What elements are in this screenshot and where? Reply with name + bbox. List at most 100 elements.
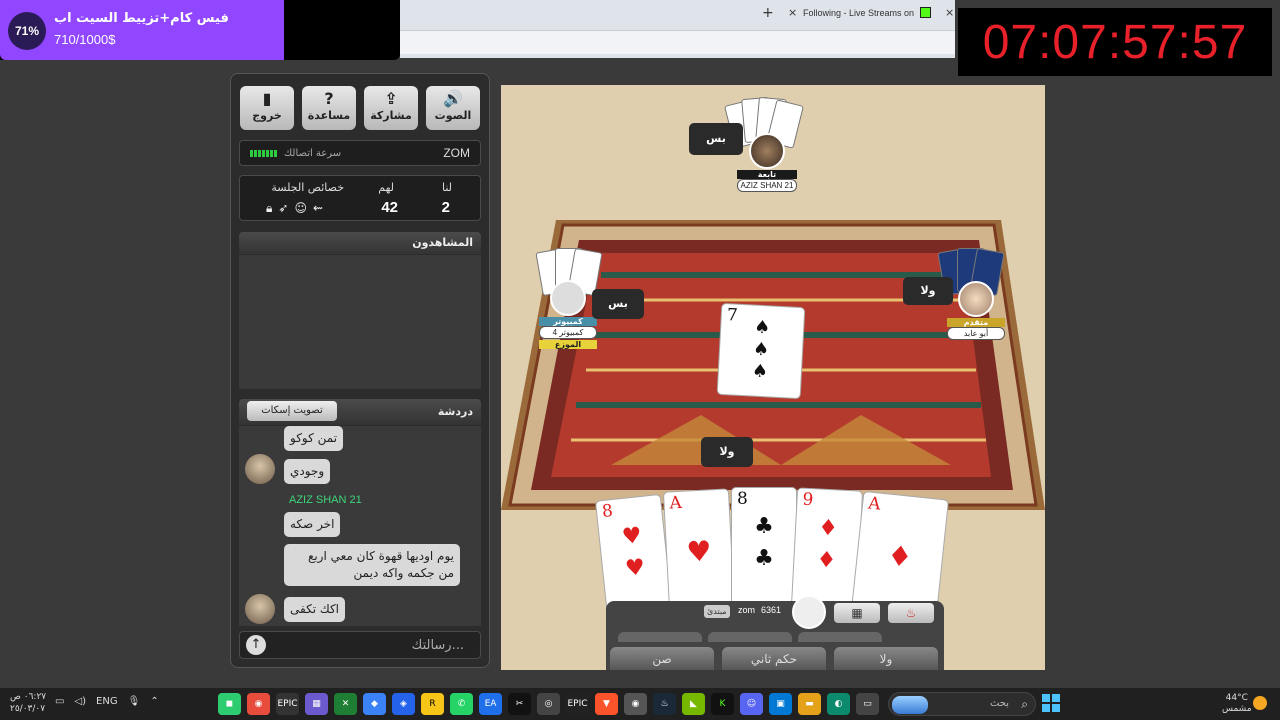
donation-goal-overlay: 71% فيس كام+تزييط السيت اب 710/1000$ <box>0 0 400 60</box>
player-right[interactable]: متقدم أبو عابد <box>947 281 1005 340</box>
heart-icon: ♥ <box>624 554 647 582</box>
spade-icon: ♠ <box>753 316 771 339</box>
pass-button[interactable]: ولا <box>834 647 938 670</box>
club-icon: ♣ <box>754 546 774 571</box>
app-icon[interactable]: ◼ <box>218 693 241 715</box>
exit-label: خروج <box>252 109 282 122</box>
spade-icon: ♠ <box>751 360 769 383</box>
player-name: أبو عابد <box>947 327 1005 340</box>
hand-card[interactable]: 8 ♣ ♣ <box>731 487 797 607</box>
new-tab-button[interactable]: + <box>762 5 774 21</box>
speech-bubble: ولا <box>701 437 753 467</box>
search-icon: ⌕ <box>1021 697 1028 711</box>
sun-button[interactable]: صن <box>610 647 714 670</box>
share-button[interactable]: ⇪ مشاركة <box>364 86 418 130</box>
system-tray: ▭ ◁) ENG 🎙︎ ⌃ <box>55 696 159 707</box>
monitor-icon[interactable]: ▭ <box>55 696 64 707</box>
player-left[interactable]: كمبيوتر كمبيوتر 4 الموزع <box>539 280 597 349</box>
lock-icon: 🔒︎ <box>266 201 273 215</box>
windows-start-icon[interactable] <box>1042 694 1060 712</box>
app-icon[interactable]: ◎ <box>537 693 560 715</box>
search-highlight-icon <box>892 696 928 714</box>
fire-icon[interactable]: ♨ <box>888 603 934 623</box>
hand-card[interactable]: A ♥ <box>662 488 736 612</box>
steam-icon[interactable]: ♨ <box>653 693 676 715</box>
speech-bubble: ولا <box>903 277 953 305</box>
gift-icon[interactable]: ▦ <box>834 603 880 623</box>
theirs-score: 42 <box>381 199 398 216</box>
action-bar: مبتدئ zom 6361 ▦ ♨ صن حكم ثاني ولا <box>606 595 944 670</box>
avatar <box>245 454 275 484</box>
speech-bubble: بس <box>592 289 644 319</box>
nvidia-icon[interactable]: ◣ <box>682 693 705 715</box>
username: ZOM <box>443 146 470 160</box>
xbox-icon[interactable]: ✕ <box>334 693 357 715</box>
brave-icon[interactable]: ▼ <box>595 693 618 715</box>
app-icon[interactable]: ◆ <box>363 693 386 715</box>
app-icon[interactable]: ▭ <box>856 693 879 715</box>
avatar <box>245 594 275 624</box>
hand-card[interactable]: A ♦ <box>850 490 950 620</box>
epic-icon[interactable]: EPIC <box>566 693 589 715</box>
avatar <box>792 595 826 629</box>
discord-icon[interactable]: ☺ <box>740 693 763 715</box>
share-label: مشاركة <box>370 109 412 122</box>
heart-icon: ♥ <box>620 523 643 551</box>
theirs-label: لهم <box>378 181 394 194</box>
weather-widget[interactable]: 44°C مشمس <box>1222 693 1252 715</box>
player-name: AZIZ SHAN 21 <box>737 179 797 192</box>
connection-label: سرعة اتصالك <box>284 148 342 159</box>
option-slot <box>708 632 792 642</box>
chrome-icon[interactable]: ◉ <box>624 693 647 715</box>
chat-input-placeholder: رسالتك... <box>411 638 464 653</box>
close-tab-button[interactable]: × <box>788 6 797 19</box>
language-indicator[interactable]: ENG <box>96 696 118 707</box>
capcut-icon[interactable]: ✂ <box>508 693 531 715</box>
mic-icon[interactable]: 🎙︎ <box>128 696 141 707</box>
browser-chrome: + × Following - Live Streams on Kick × <box>400 0 955 58</box>
folder-icon[interactable]: ▬ <box>798 693 821 715</box>
diamond-icon: ♦ <box>885 538 915 575</box>
exit-button[interactable]: ▮ خروج <box>240 86 294 130</box>
viewers-list <box>239 255 481 389</box>
sound-button[interactable]: 🔊 الصوت <box>426 86 480 130</box>
kick-icon[interactable]: K <box>711 693 734 715</box>
chat-input[interactable]: ↑ رسالتك... <box>239 631 481 659</box>
viewers-header: المشاهدون <box>239 232 481 254</box>
app-icon[interactable]: ◈ <box>392 693 415 715</box>
edge-icon[interactable]: ◐ <box>827 693 850 715</box>
bird-icon: ➶ <box>278 201 289 215</box>
chevron-up-icon[interactable]: ⌃ <box>150 696 158 707</box>
chat-messages: تمن كوكو وجودي AZIZ SHAN 21 اخر صكه يوم … <box>239 426 481 626</box>
speaker-icon[interactable]: ◁) <box>74 696 86 707</box>
whatsapp-icon[interactable]: ✆ <box>450 693 473 715</box>
card-rank: A <box>669 492 683 514</box>
player-top[interactable]: تابعة AZIZ SHAN 21 <box>737 133 797 192</box>
heart-icon: ♥ <box>685 534 713 569</box>
level-badge: مبتدئ <box>704 605 730 618</box>
close-tab-button[interactable]: × <box>945 6 954 19</box>
help-button[interactable]: ? مساعدة <box>302 86 356 130</box>
chrome-icon[interactable]: ◉ <box>247 693 270 715</box>
player-rank: تابعة <box>737 170 797 179</box>
ea-icon[interactable]: EA <box>479 693 502 715</box>
grid-app-icon[interactable]: ▦ <box>305 693 328 715</box>
tab-kick[interactable]: Following - Live Streams on Kick <box>803 8 915 18</box>
help-label: مساعدة <box>307 109 351 122</box>
door-icon: ▮ <box>262 89 272 108</box>
rockstar-icon[interactable]: R <box>421 693 444 715</box>
goal-percent: 71% <box>8 12 46 50</box>
avatar <box>550 280 586 316</box>
address-bar[interactable] <box>400 30 955 54</box>
ours-label: لنا <box>441 181 452 194</box>
card-rank: A <box>867 493 882 515</box>
search-box[interactable]: بحث ⌕ <box>888 692 1036 716</box>
taskbar-apps: ◼ ◉ EPIC ▦ ✕ ◆ ◈ R ✆ EA ✂ ◎ EPIC ▼ ◉ ♨ ◣… <box>218 693 879 715</box>
send-button[interactable]: ↑ <box>246 635 266 655</box>
clock[interactable]: ٠٦:٢٧ ص ٢٥/٠٣/٠٧ <box>10 691 46 715</box>
vote-mute-button[interactable]: تصويت إسكات <box>247 401 337 421</box>
store-icon[interactable]: ▣ <box>769 693 792 715</box>
epic-icon[interactable]: EPIC <box>276 693 299 715</box>
second-hokm-button[interactable]: حكم ثاني <box>722 647 826 670</box>
share-icon: ⇪ <box>384 89 398 108</box>
